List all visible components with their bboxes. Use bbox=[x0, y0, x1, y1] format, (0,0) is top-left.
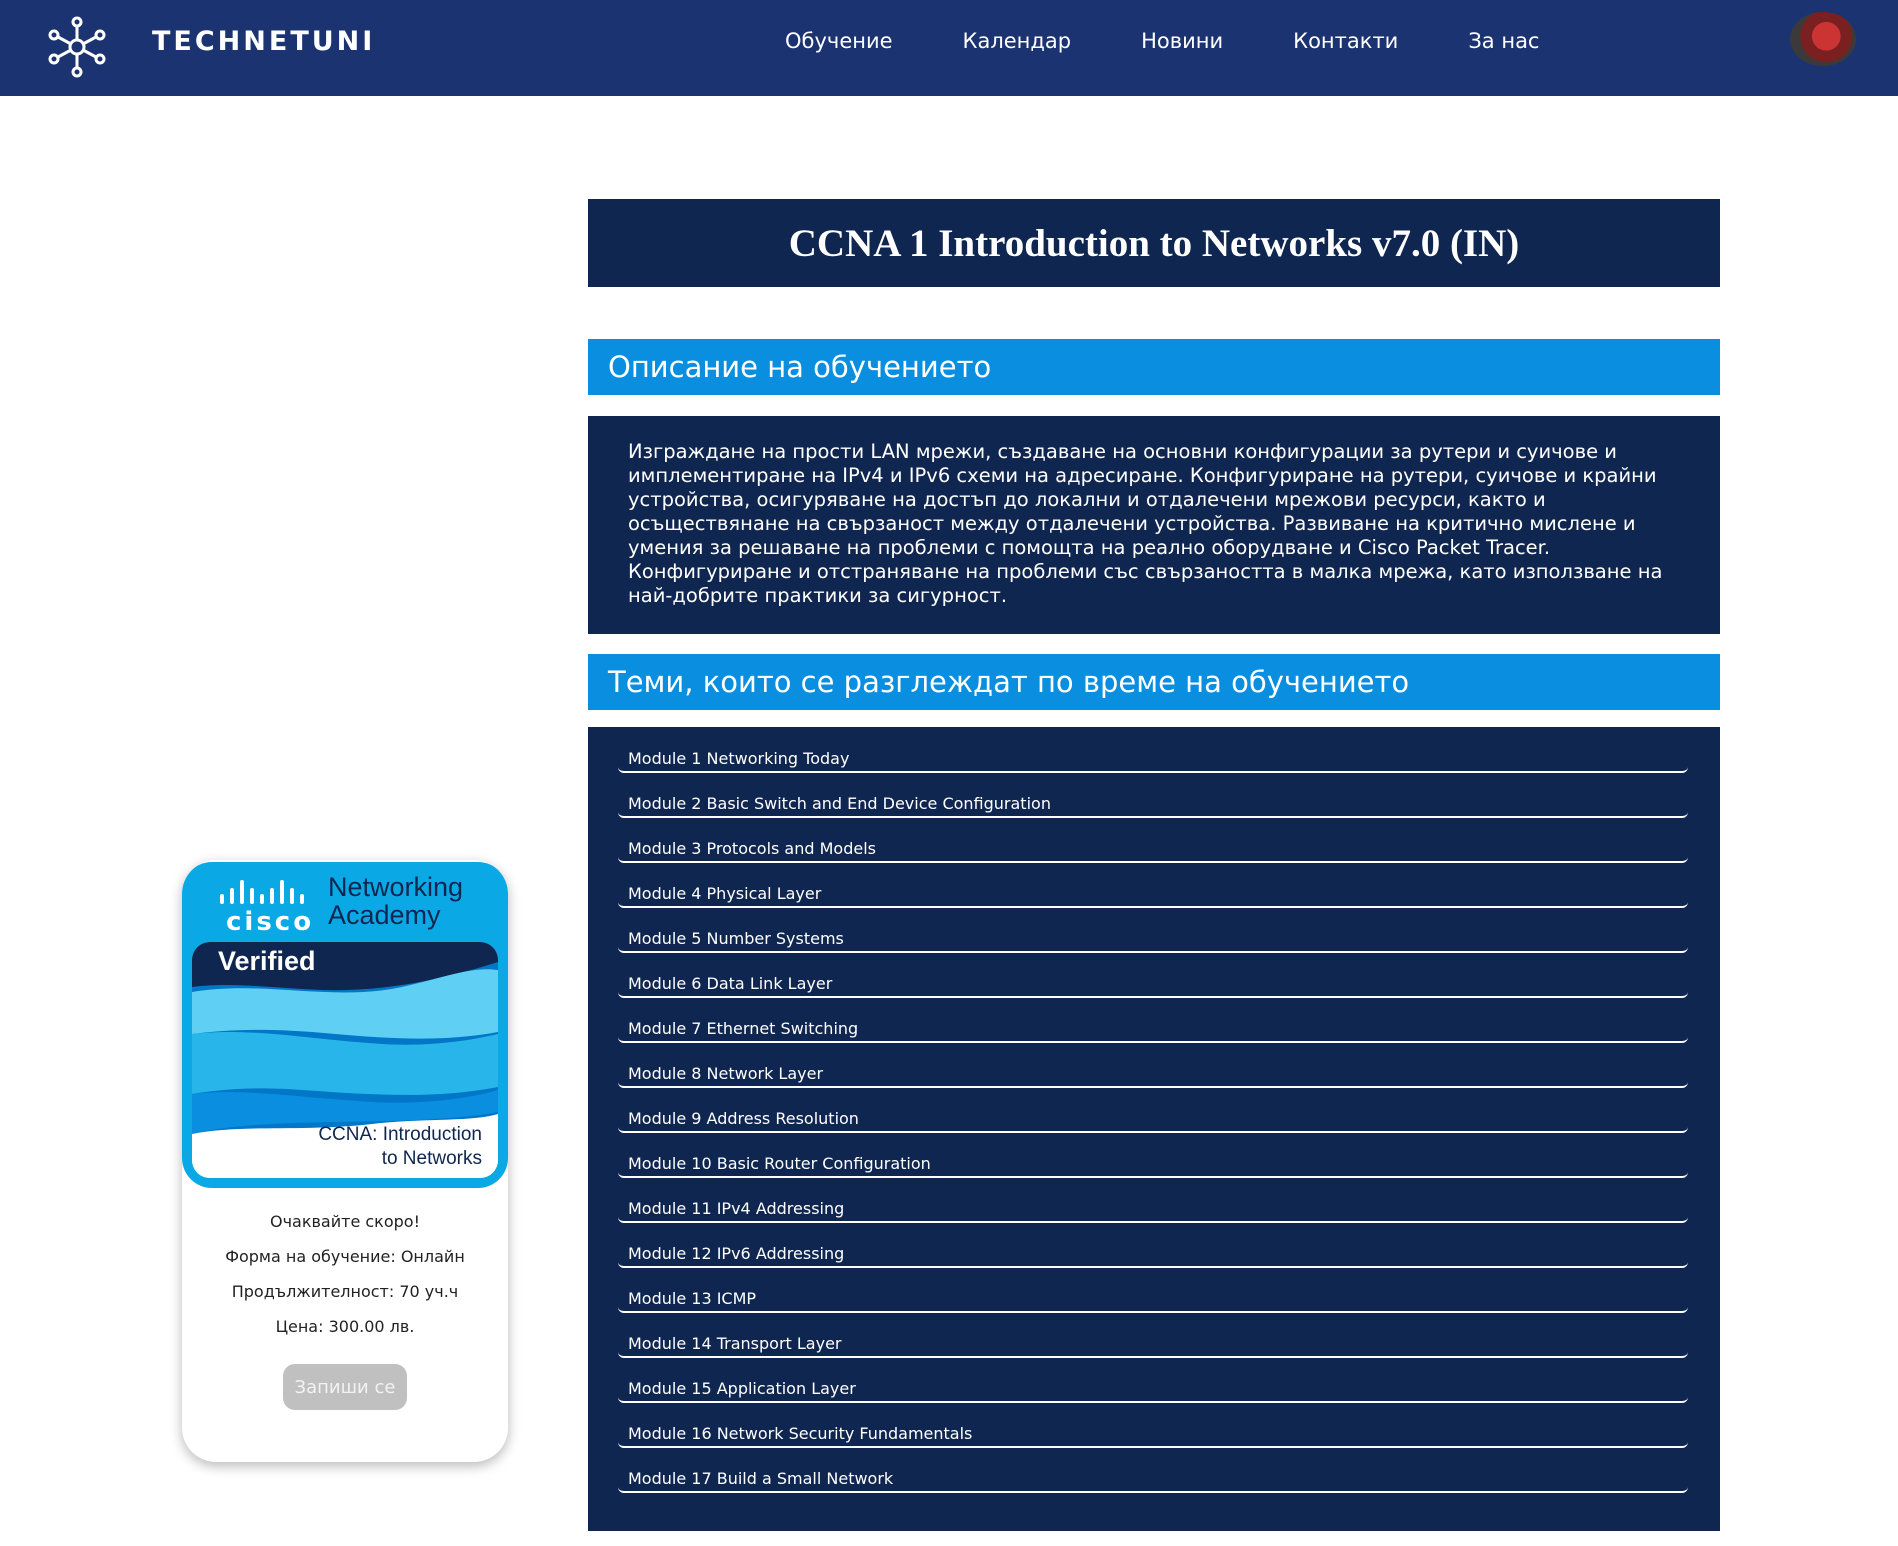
cisco-verified-badge: cisco Networking Academy Verified CCNA: … bbox=[182, 862, 508, 1188]
module-label: Module 13 ICMP bbox=[628, 1289, 757, 1308]
nav-item-about[interactable]: За нас bbox=[1433, 26, 1574, 66]
module-label: Module 1 Networking Today bbox=[628, 749, 850, 768]
nav-item-training[interactable]: Обучение bbox=[750, 26, 928, 66]
module-item[interactable]: Module 9 Address Resolution bbox=[618, 1087, 1688, 1133]
module-label: Module 6 Data Link Layer bbox=[628, 974, 833, 993]
format-text: Форма на обучение: Онлайн bbox=[225, 1247, 465, 1266]
availability-text: Очаквайте скоро! bbox=[269, 1212, 420, 1231]
user-avatar[interactable] bbox=[1790, 12, 1856, 66]
badge-course-line-2: to Networks bbox=[382, 1148, 482, 1169]
module-item[interactable]: Module 2 Basic Switch and End Device Con… bbox=[618, 772, 1688, 818]
course-info: Очаквайте скоро! Форма на обучение: Онла… bbox=[182, 1204, 508, 1344]
module-label: Module 15 Application Layer bbox=[628, 1379, 856, 1398]
topics-heading: Теми, които се разглеждат по време на об… bbox=[588, 654, 1720, 710]
brand-name[interactable]: TECHNETUNI bbox=[152, 26, 375, 57]
module-label: Module 9 Address Resolution bbox=[628, 1109, 859, 1128]
module-item[interactable]: Module 4 Physical Layer bbox=[618, 862, 1688, 908]
module-item[interactable]: Module 8 Network Layer bbox=[618, 1042, 1688, 1088]
network-logo-icon[interactable] bbox=[46, 16, 108, 78]
main-nav: Обучение Календар Новини Контакти За нас bbox=[750, 26, 1574, 66]
module-label: Module 4 Physical Layer bbox=[628, 884, 822, 903]
module-item[interactable]: Module 11 IPv4 Addressing bbox=[618, 1177, 1688, 1223]
module-item[interactable]: Module 10 Basic Router Configuration bbox=[618, 1132, 1688, 1178]
module-item[interactable]: Module 15 Application Layer bbox=[618, 1357, 1688, 1403]
page-title: CCNA 1 Introduction to Networks v7.0 (IN… bbox=[788, 221, 1520, 265]
nav-item-calendar[interactable]: Календар bbox=[928, 26, 1107, 66]
description-text: Изграждане на прости LAN мрежи, създаван… bbox=[588, 416, 1720, 634]
top-navigation-bar: TECHNETUNI Обучение Календар Новини Конт… bbox=[0, 0, 1898, 96]
description-heading: Описание на обучението bbox=[588, 339, 1720, 395]
cisco-logo-text: cisco bbox=[226, 907, 314, 937]
module-item[interactable]: Module 14 Transport Layer bbox=[618, 1312, 1688, 1358]
module-label: Module 7 Ethernet Switching bbox=[628, 1019, 859, 1038]
module-item[interactable]: Module 13 ICMP bbox=[618, 1267, 1688, 1313]
module-item[interactable]: Module 6 Data Link Layer bbox=[618, 952, 1688, 998]
module-label: Module 16 Network Security Fundamentals bbox=[628, 1424, 973, 1443]
duration-text: Продължителност: 70 уч.ч bbox=[231, 1282, 459, 1301]
nav-item-news[interactable]: Новини bbox=[1106, 26, 1258, 66]
module-item[interactable]: Module 5 Number Systems bbox=[618, 907, 1688, 953]
course-title-banner: CCNA 1 Introduction to Networks v7.0 (IN… bbox=[588, 199, 1720, 287]
module-item[interactable]: Module 16 Network Security Fundamentals bbox=[618, 1402, 1688, 1448]
academy-line-2: Academy bbox=[328, 900, 441, 930]
price-text: Цена: 300.00 лв. bbox=[275, 1317, 415, 1336]
module-label: Module 10 Basic Router Configuration bbox=[628, 1154, 931, 1173]
enroll-button[interactable]: Запиши се bbox=[283, 1364, 407, 1410]
nav-item-contacts[interactable]: Контакти bbox=[1258, 26, 1433, 66]
module-label: Module 5 Number Systems bbox=[628, 929, 844, 948]
module-label: Module 17 Build a Small Network bbox=[628, 1469, 894, 1488]
module-label: Module 12 IPv6 Addressing bbox=[628, 1244, 845, 1263]
course-card: cisco Networking Academy Verified CCNA: … bbox=[182, 860, 508, 1462]
module-item[interactable]: Module 12 IPv6 Addressing bbox=[618, 1222, 1688, 1268]
module-item[interactable]: Module 7 Ethernet Switching bbox=[618, 997, 1688, 1043]
module-label: Module 2 Basic Switch and End Device Con… bbox=[628, 794, 1051, 813]
module-item[interactable]: Module 17 Build a Small Network bbox=[618, 1447, 1688, 1493]
module-label: Module 14 Transport Layer bbox=[628, 1334, 842, 1353]
module-label: Module 8 Network Layer bbox=[628, 1064, 824, 1083]
module-item[interactable]: Module 1 Networking Today bbox=[618, 727, 1688, 773]
academy-line-1: Networking bbox=[328, 872, 463, 902]
badge-course-line-1: CCNA: Introduction bbox=[318, 1124, 482, 1145]
module-label: Module 3 Protocols and Models bbox=[628, 839, 876, 858]
modules-list: Module 1 Networking Today Module 2 Basic… bbox=[588, 727, 1720, 1531]
module-label: Module 11 IPv4 Addressing bbox=[628, 1199, 845, 1218]
module-item[interactable]: Module 3 Protocols and Models bbox=[618, 817, 1688, 863]
verified-label: Verified bbox=[218, 946, 316, 976]
